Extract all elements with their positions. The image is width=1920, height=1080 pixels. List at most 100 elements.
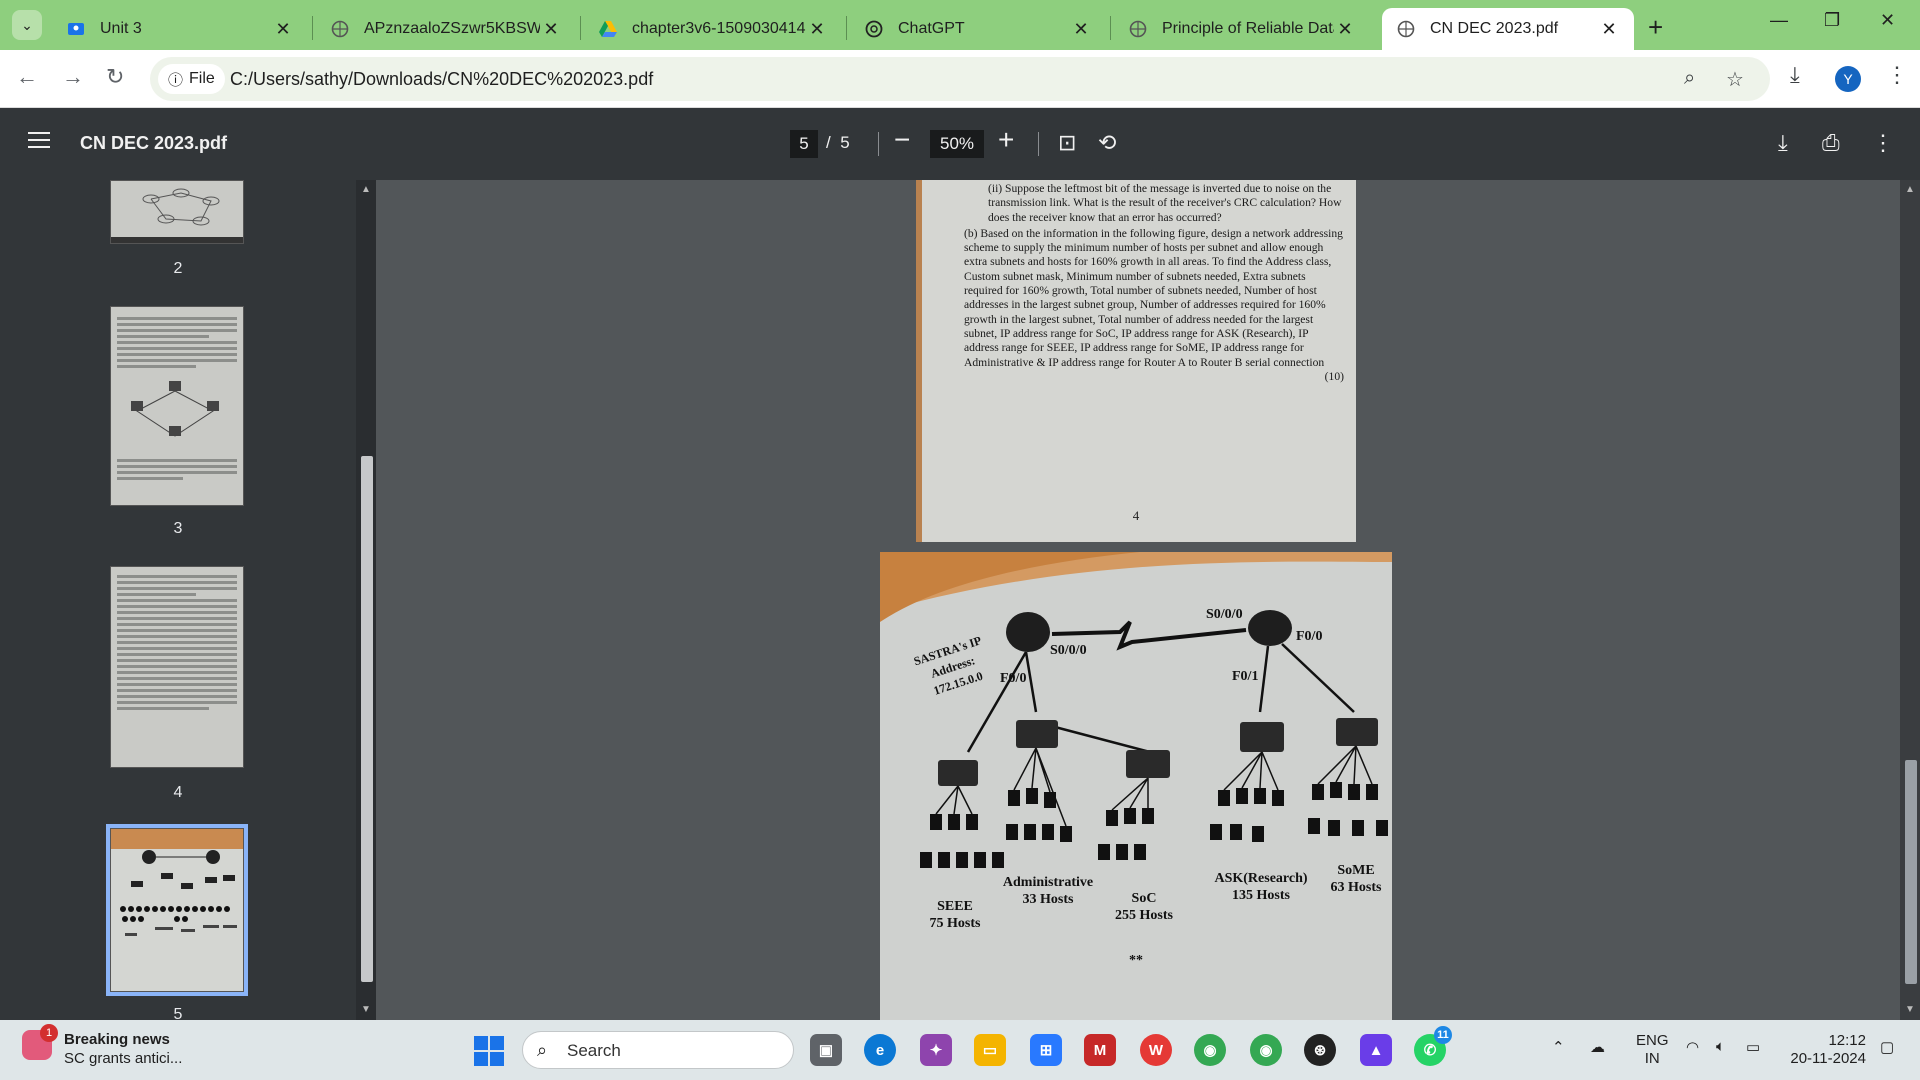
close-icon[interactable]: ✕ xyxy=(1334,19,1356,40)
switch-admin-icon xyxy=(1016,720,1058,748)
zoom-level-input[interactable]: 50% xyxy=(930,130,984,158)
viewer-scrollbar-thumb[interactable] xyxy=(1905,760,1917,984)
viewer-scrollbar[interactable]: ▲ ▼ xyxy=(1900,180,1920,1020)
tab-divider xyxy=(312,16,313,40)
pdf-page-4: (ii) Suppose the leftmost bit of the mes… xyxy=(916,180,1356,542)
subnet-some-label: SoME 63 Hosts xyxy=(1330,863,1382,895)
scroll-down-icon[interactable]: ▼ xyxy=(361,1004,371,1015)
wps-office-icon[interactable]: W xyxy=(1140,1034,1172,1066)
menu-icon[interactable] xyxy=(28,132,50,150)
file-explorer-icon[interactable]: ▭ xyxy=(974,1034,1006,1066)
news-icon: 1 xyxy=(22,1024,58,1060)
tab-chatgpt[interactable]: ChatGPT ✕ xyxy=(850,8,1106,50)
tab-label: ChatGPT xyxy=(898,20,965,37)
scroll-down-icon[interactable]: ▼ xyxy=(1905,1004,1915,1015)
browser-tab-bar: ⌄ Unit 3 ✕ APznzaaloZSzwr5KBSWR5l ✕ chap… xyxy=(0,0,1920,50)
tab-search-menu-button[interactable]: ⌄ xyxy=(12,10,42,40)
zoom-icon[interactable]: ⌕ xyxy=(1684,67,1695,90)
microsoft-store-icon[interactable]: ⊞ xyxy=(1030,1034,1062,1066)
sidebar-scrollbar-thumb[interactable] xyxy=(361,456,373,982)
windows-taskbar: 1 Breaking news SC grants antici... ⌕ Se… xyxy=(0,1020,1920,1080)
close-icon[interactable]: ✕ xyxy=(540,19,562,40)
onedrive-icon[interactable]: ☁ xyxy=(1590,1038,1605,1056)
photos-icon[interactable]: ▲ xyxy=(1360,1034,1392,1066)
file-chip-label: File xyxy=(189,70,215,87)
bookmark-star-icon[interactable]: ☆ xyxy=(1726,67,1744,92)
close-icon[interactable]: ✕ xyxy=(272,19,294,40)
scroll-up-icon[interactable]: ▲ xyxy=(361,184,371,195)
chatgpt-icon xyxy=(864,19,884,39)
router-b-fa1-label: F0/1 xyxy=(1232,669,1259,684)
router-a-fa-label: F0/0 xyxy=(1000,671,1027,686)
address-bar[interactable]: ⓘ File C:/Users/sathy/Downloads/CN%20DEC… xyxy=(150,57,1770,101)
thumbnail-page-4[interactable] xyxy=(110,566,244,768)
zoom-in-icon[interactable]: + xyxy=(998,124,1014,156)
new-tab-icon[interactable]: + xyxy=(1648,12,1663,43)
edge-icon[interactable]: e xyxy=(864,1034,896,1066)
mcafee-icon[interactable]: M xyxy=(1084,1034,1116,1066)
back-icon[interactable]: ← xyxy=(16,64,38,90)
url-text[interactable]: C:/Users/sathy/Downloads/CN%20DEC%202023… xyxy=(230,69,653,90)
chatgpt-app-icon[interactable]: ⊛ xyxy=(1304,1034,1336,1066)
footer-mark: ** xyxy=(1129,953,1143,968)
copilot-icon[interactable]: ✦ xyxy=(920,1034,952,1066)
battery-icon[interactable]: ▭ xyxy=(1746,1038,1760,1056)
chrome-profile-y-icon[interactable]: ◉ xyxy=(1250,1034,1282,1066)
tab-unit-3[interactable]: Unit 3 ✕ xyxy=(52,8,308,50)
language-indicator[interactable]: ENG IN xyxy=(1636,1032,1669,1068)
browser-menu-icon[interactable]: ⋮ xyxy=(1886,62,1908,88)
more-options-icon[interactable]: ⋮ xyxy=(1872,130,1894,156)
whatsapp-badge: 11 xyxy=(1434,1026,1452,1044)
close-icon[interactable]: ✕ xyxy=(1070,19,1092,40)
tab-divider xyxy=(846,16,847,40)
tab-apznzaalo[interactable]: APznzaaloZSzwr5KBSWR5l ✕ xyxy=(316,8,576,50)
close-window-icon[interactable]: ✕ xyxy=(1880,10,1895,31)
forward-icon[interactable]: → xyxy=(62,64,84,90)
tab-chapter3v6[interactable]: chapter3v6-150903041404 ✕ xyxy=(584,8,842,50)
clock[interactable]: 12:12 20-11-2024 xyxy=(1786,1032,1866,1068)
close-icon[interactable]: ✕ xyxy=(1598,19,1620,40)
globe-icon xyxy=(1128,19,1148,39)
thumbnail-sidebar: 2 3 4 5 xyxy=(0,180,356,1023)
profile-avatar[interactable]: Y xyxy=(1835,66,1861,92)
chrome-profile-s-icon[interactable]: ◉ xyxy=(1194,1034,1226,1066)
info-icon: ⓘ xyxy=(168,71,184,89)
scroll-up-icon[interactable]: ▲ xyxy=(1905,184,1915,195)
close-icon[interactable]: ✕ xyxy=(806,19,828,40)
page-count: / 5 xyxy=(826,133,850,152)
restore-icon[interactable]: ❐ xyxy=(1824,10,1840,31)
page-number-input[interactable]: 5 xyxy=(790,130,818,158)
router-b-icon xyxy=(1248,610,1292,646)
print-icon[interactable]: ⎙ xyxy=(1822,130,1840,156)
task-view-icon[interactable]: ▣ xyxy=(810,1034,842,1066)
download-icon[interactable]: ⤓ xyxy=(1790,62,1800,88)
volume-icon[interactable]: 🔈︎ xyxy=(1716,1038,1725,1055)
site-info-chip[interactable]: ⓘ File xyxy=(158,64,225,94)
reload-icon[interactable]: ↻ xyxy=(106,64,124,90)
news-title: Breaking news xyxy=(64,1031,170,1048)
question-marks: (10) xyxy=(1324,369,1344,383)
rotate-icon[interactable]: ⟲ xyxy=(1098,130,1116,156)
subnet-admin-label: Administrative 33 Hosts xyxy=(1002,875,1094,907)
news-widget[interactable]: 1 Breaking news SC grants antici... xyxy=(22,1024,182,1068)
zoom-out-icon[interactable]: − xyxy=(894,124,910,156)
thumbnail-page-2[interactable] xyxy=(110,180,244,244)
thumbnail-page-5[interactable] xyxy=(106,824,248,996)
tab-divider xyxy=(580,16,581,40)
tab-cn-dec-2023[interactable]: CN DEC 2023.pdf ✕ xyxy=(1382,8,1634,50)
question-part-ii: (ii) Suppose the leftmost bit of the mes… xyxy=(988,182,1342,224)
thumbnail-number: 2 xyxy=(173,260,183,277)
minimize-icon[interactable]: — xyxy=(1770,10,1788,31)
thumbnail-page-3[interactable] xyxy=(110,306,244,506)
taskbar-search[interactable]: ⌕ Search xyxy=(522,1031,794,1069)
notification-icon[interactable]: ▢ xyxy=(1880,1038,1894,1056)
wifi-icon[interactable]: ◠ xyxy=(1686,1038,1699,1056)
switch-seee-icon xyxy=(938,760,978,786)
tab-reliable-data[interactable]: Principle of Reliable Data T ✕ xyxy=(1114,8,1370,50)
download-pdf-icon[interactable]: ⤓ xyxy=(1778,130,1788,156)
show-hidden-icons-icon[interactable]: ⌃ xyxy=(1552,1038,1565,1056)
whatsapp-icon[interactable]: ✆ 11 xyxy=(1414,1026,1452,1066)
fit-page-icon[interactable]: ⊡ xyxy=(1058,130,1076,156)
start-button[interactable] xyxy=(474,1036,504,1066)
sidebar-scrollbar[interactable]: ▲ ▼ xyxy=(356,180,376,1020)
